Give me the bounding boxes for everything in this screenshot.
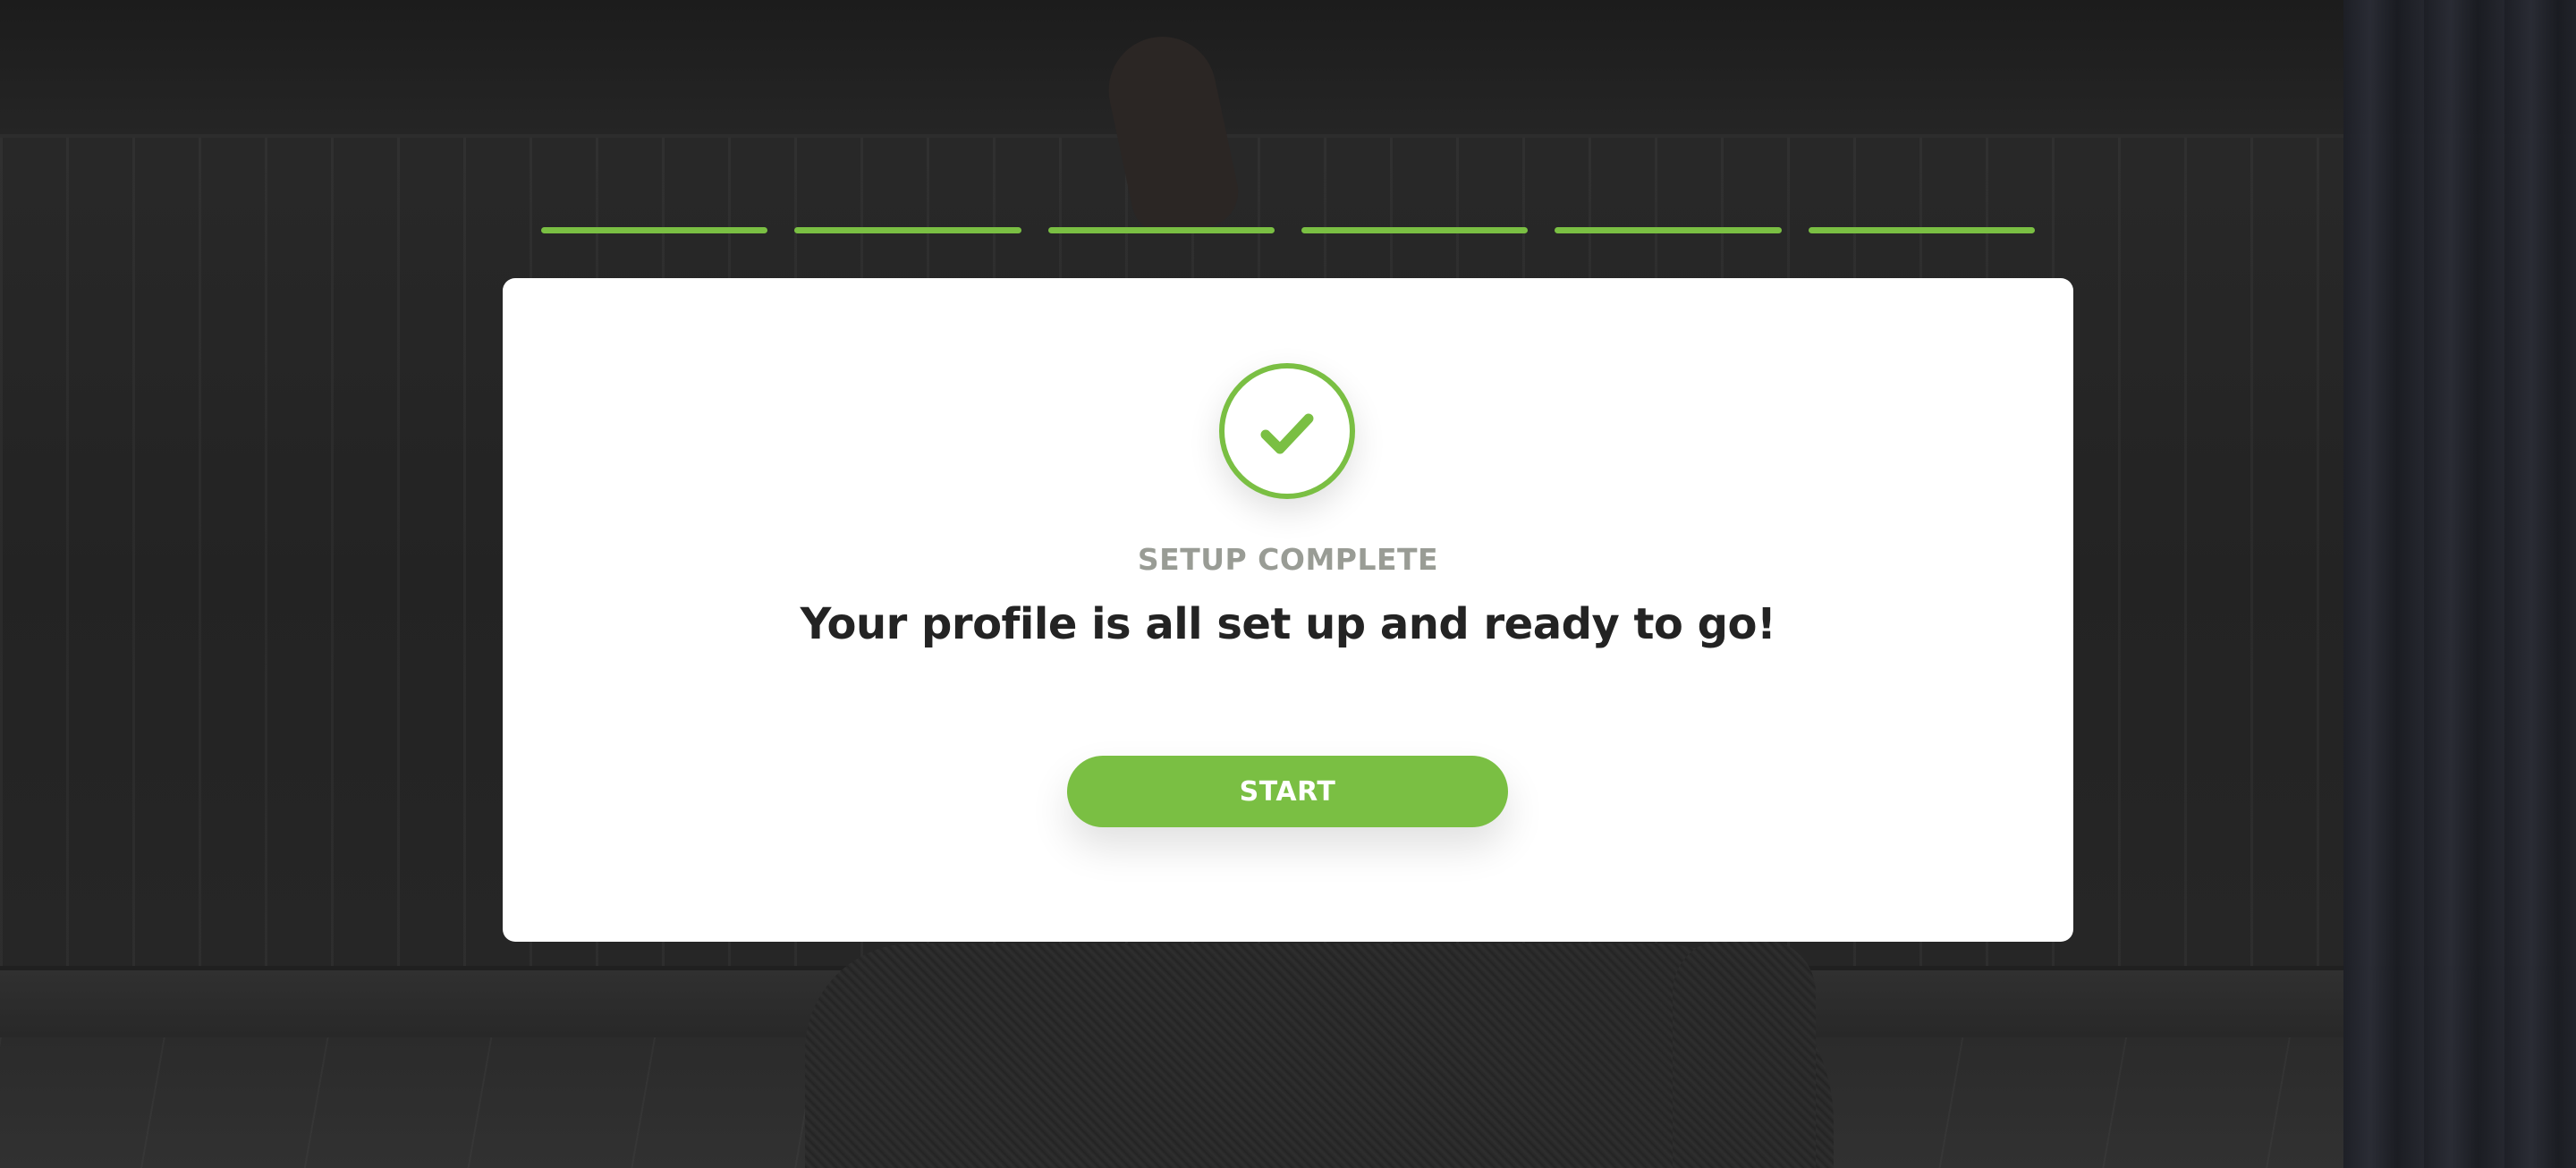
progress-step-6 xyxy=(1808,227,2035,233)
progress-step-1 xyxy=(541,227,768,233)
background-figure-knee xyxy=(1673,939,1816,1168)
page-title: Your profile is all set up and ready to … xyxy=(800,599,1776,649)
progress-step-5 xyxy=(1555,227,1782,233)
start-button[interactable]: START xyxy=(1067,756,1508,827)
checkmark-icon xyxy=(1260,413,1314,454)
background-curtain xyxy=(2343,0,2576,1168)
checkmark-circle-icon xyxy=(1219,363,1355,499)
progress-step-2 xyxy=(794,227,1021,233)
setup-complete-label: SETUP COMPLETE xyxy=(1137,542,1439,577)
background-wall-top xyxy=(0,0,2576,138)
progress-bar xyxy=(541,227,2035,234)
progress-step-3 xyxy=(1047,227,1275,233)
progress-step-4 xyxy=(1301,227,1529,233)
